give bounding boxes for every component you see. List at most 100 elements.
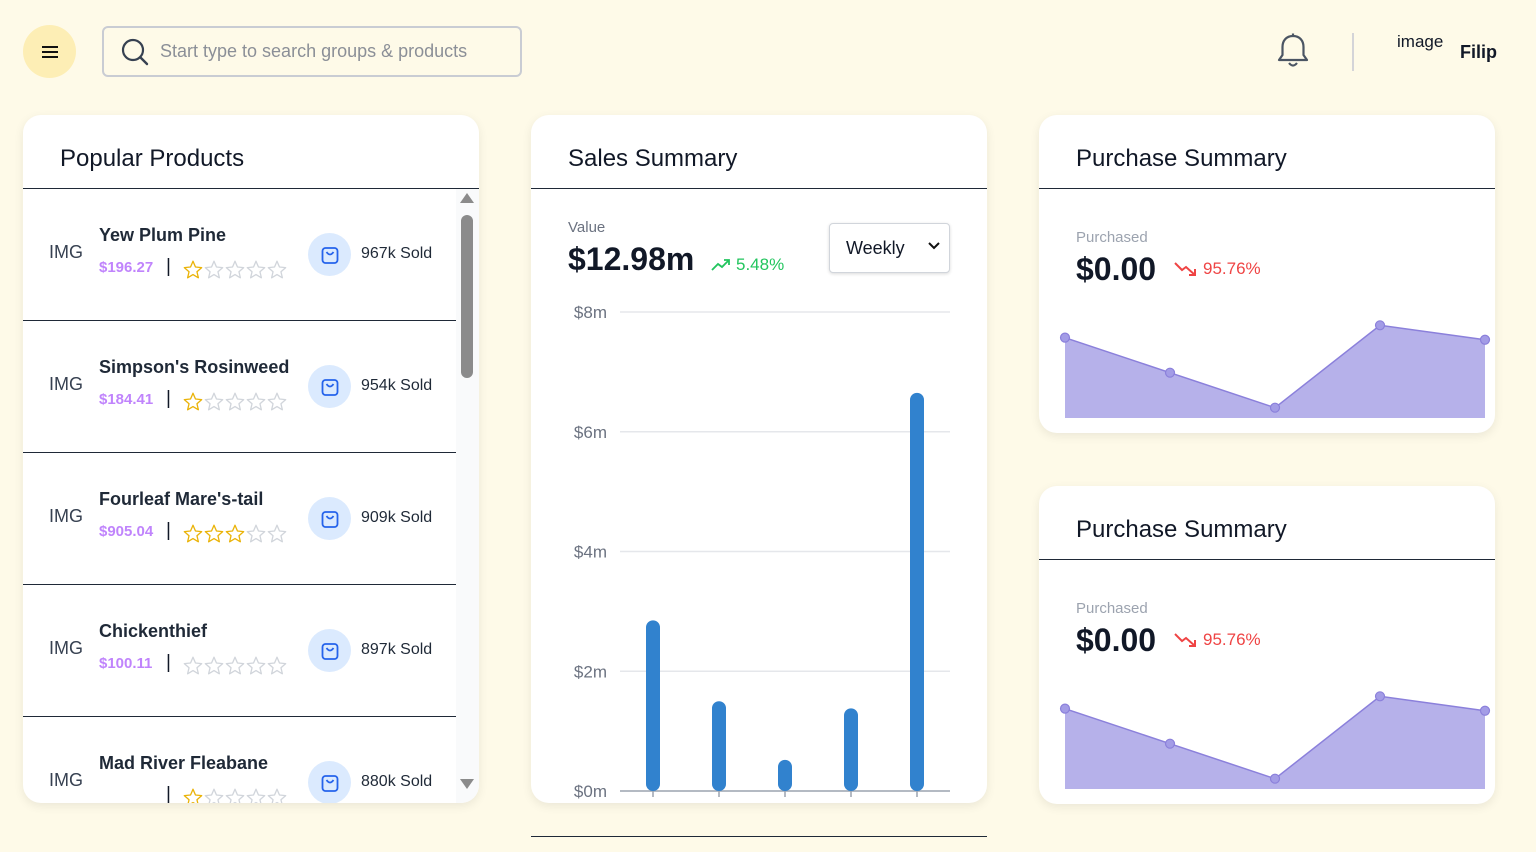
star-filled-icon [225, 524, 245, 543]
bar[interactable] [646, 620, 660, 791]
data-point[interactable] [1269, 402, 1281, 413]
bar[interactable] [778, 759, 792, 791]
price-rating-separator: | [166, 520, 171, 541]
shopping-bag-button[interactable] [308, 365, 351, 408]
product-sold-count: 967k Sold [361, 245, 433, 262]
product-sold-count: 954k Sold [361, 377, 433, 394]
bar[interactable] [844, 708, 858, 791]
search-bar [102, 26, 522, 77]
rating-stars [183, 656, 287, 675]
product-sold-count: 880k Sold [361, 773, 433, 790]
trending-down-icon [1174, 262, 1196, 276]
purchased-value: $0.00 [1076, 251, 1157, 287]
purchase-summary-title: Purchase Summary [1039, 486, 1495, 560]
shopping-bag-icon [321, 246, 338, 264]
data-point[interactable] [1479, 705, 1491, 716]
star-empty-icon [204, 656, 224, 675]
star-filled-icon [183, 260, 203, 279]
search-input[interactable] [160, 41, 500, 62]
product-image: IMG [49, 770, 83, 790]
product-row[interactable]: IMG Simpson's Rosinweed $184.41 | 954k Sold [23, 321, 456, 453]
product-name: Yew Plum Pine [99, 225, 227, 245]
purchase-change-value: 95.76% [1203, 259, 1261, 278]
purchase-area-chart [1059, 320, 1491, 418]
y-tick-label: $6m [574, 423, 607, 442]
y-tick-label: $8m [574, 303, 607, 322]
product-row[interactable]: IMG Yew Plum Pine $196.27 | 967k Sold [23, 189, 456, 321]
star-empty-icon [246, 788, 266, 803]
data-point[interactable] [1269, 773, 1281, 784]
product-list: IMG Yew Plum Pine $196.27 | 967k Sold IMG Simp… [23, 189, 479, 803]
popular-products-card: Popular Products IMG Yew Plum Pine $196.27… [23, 115, 479, 803]
shopping-bag-icon [321, 642, 338, 660]
shopping-bag-button[interactable] [308, 761, 351, 803]
bell-icon[interactable] [1275, 32, 1311, 70]
x-tick-label: 1/8 [905, 802, 929, 803]
purchased-value: $0.00 [1076, 622, 1157, 658]
product-image: IMG [49, 506, 83, 526]
user-avatar-image[interactable]: image [1397, 32, 1443, 52]
rating-stars [183, 260, 287, 279]
star-filled-icon [183, 392, 203, 411]
product-name: Simpson's Rosinweed [99, 357, 290, 377]
purchase-summary-title: Purchase Summary [1039, 115, 1495, 189]
data-point[interactable] [1059, 703, 1071, 714]
star-empty-icon [204, 392, 224, 411]
x-tick-label: 2/17 [702, 802, 735, 803]
product-image: IMG [49, 638, 83, 658]
product-image: IMG [49, 374, 83, 394]
scroll-down-arrow[interactable] [460, 779, 474, 789]
shopping-bag-button[interactable] [308, 233, 351, 276]
trending-down-icon [1174, 633, 1196, 647]
price-rating-separator: | [166, 388, 171, 409]
popular-products-title: Popular Products [23, 115, 479, 189]
scrollbar-thumb[interactable] [461, 215, 473, 378]
star-empty-icon [246, 524, 266, 543]
data-point[interactable] [1164, 367, 1176, 378]
scroll-up-arrow[interactable] [460, 193, 474, 203]
product-row[interactable]: IMG Chickenthief $100.11 | 897k Sold [23, 585, 456, 717]
star-empty-icon [246, 656, 266, 675]
purchase-area-chart [1059, 691, 1491, 789]
star-empty-icon [267, 392, 287, 411]
bar[interactable] [712, 701, 726, 791]
rating-stars [183, 788, 287, 803]
product-name: Chickenthief [99, 621, 208, 641]
star-filled-icon [204, 524, 224, 543]
price-rating-separator: | [166, 256, 171, 277]
data-point[interactable] [1164, 738, 1176, 749]
x-tick-label: 2/4 [773, 802, 797, 803]
shopping-bag-button[interactable] [308, 497, 351, 540]
purchase-summary-card: Purchase Summary Purchased $0.00 95.76% [1039, 486, 1495, 804]
menu-button[interactable] [23, 25, 76, 78]
x-tick-label: 3/13 [636, 802, 669, 803]
data-point[interactable] [1374, 320, 1386, 331]
star-empty-icon [267, 656, 287, 675]
y-tick-label: $2m [574, 662, 607, 681]
star-empty-icon [183, 656, 203, 675]
bar[interactable] [910, 392, 924, 791]
purchase-change: 95.76% [1174, 630, 1261, 650]
product-name: Mad River Fleabane [99, 753, 269, 773]
data-point[interactable] [1374, 691, 1386, 702]
data-point[interactable] [1479, 334, 1491, 345]
sales-underline [531, 836, 987, 837]
star-empty-icon [267, 788, 287, 803]
rating-stars [183, 392, 287, 411]
product-price: $196.27 [99, 259, 154, 276]
shopping-bag-icon [321, 510, 338, 528]
purchase-change-value: 95.76% [1203, 630, 1261, 649]
product-name: Fourleaf Mare's-tail [99, 489, 264, 509]
product-sold-count: 909k Sold [361, 509, 433, 526]
star-empty-icon [225, 656, 245, 675]
data-point[interactable] [1059, 332, 1071, 343]
product-row[interactable]: IMG Mad River Fleabane | 880k Sold [23, 717, 456, 803]
product-row[interactable]: IMG Fourleaf Mare's-tail $905.04 | 909k Sold [23, 453, 456, 585]
topbar-divider [1352, 33, 1354, 71]
star-empty-icon [225, 392, 245, 411]
user-name[interactable]: Filip [1460, 42, 1497, 63]
shopping-bag-icon [321, 378, 338, 396]
shopping-bag-button[interactable] [308, 629, 351, 672]
star-empty-icon [246, 392, 266, 411]
product-price: $184.41 [99, 391, 154, 408]
